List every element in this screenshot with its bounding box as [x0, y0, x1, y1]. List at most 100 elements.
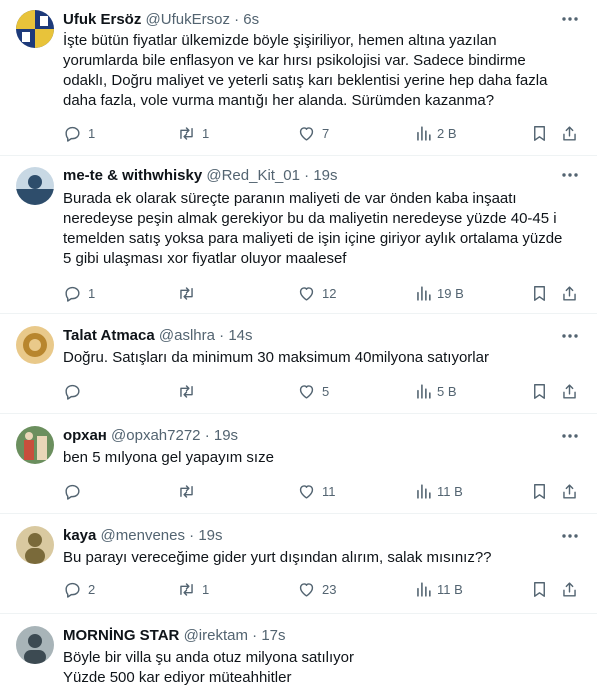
views-button[interactable]: 2 B [414, 122, 457, 144]
avatar[interactable] [16, 167, 54, 205]
tweet-text: İşte bütün fiyatlar ülkemizde böyle şişi… [63, 32, 548, 109]
timestamp[interactable]: 19s [214, 427, 238, 444]
more-options-icon[interactable] [559, 525, 581, 547]
analytics-icon [417, 483, 431, 499]
timestamp[interactable]: 19s [313, 167, 337, 184]
bookmark-button[interactable] [530, 480, 555, 502]
tweet[interactable]: Talat Atmaca @aslhra · 14s Doğru. Satışl… [0, 314, 597, 414]
share-button[interactable] [560, 380, 585, 402]
heart-icon [299, 484, 314, 499]
share-icon [563, 125, 576, 141]
avatar[interactable] [16, 326, 54, 364]
more-options-icon[interactable] [559, 425, 581, 447]
like-button[interactable]: 5 [297, 380, 329, 402]
views-button[interactable]: 19 B [414, 282, 464, 304]
like-count: 7 [322, 125, 330, 141]
timestamp[interactable]: 14s [228, 327, 252, 344]
retweet-icon [180, 384, 193, 398]
avatar[interactable] [16, 10, 54, 48]
timestamp[interactable]: 17s [261, 627, 285, 644]
view-count: 19 B [437, 285, 464, 301]
reply-count: 1 [88, 285, 96, 301]
like-button[interactable]: 23 [297, 578, 336, 600]
tweet[interactable]: орхан @opxah7272 · 19s ben 5 mılyona gel… [0, 414, 597, 514]
retweet-button[interactable] [177, 480, 202, 502]
reply-button[interactable]: 1 [63, 122, 95, 144]
tweet[interactable]: kaya @menvenes · 19s Bu parayı vereceğim… [0, 514, 597, 614]
user-handle[interactable]: @opxah7272 [111, 427, 200, 444]
bookmark-button[interactable] [530, 122, 555, 144]
user-handle[interactable]: @menvenes [101, 527, 185, 544]
avatar[interactable] [16, 426, 54, 464]
tweet-text: Böyle bir villa şu anda otuz milyona sat… [63, 649, 354, 686]
display-name[interactable]: орхан [63, 427, 107, 444]
display-name[interactable]: Talat Atmaca [63, 327, 155, 344]
more-options-icon[interactable] [559, 325, 581, 347]
tweet[interactable]: me-te & withwhisky @Red_Kit_01 · 19s Bur… [0, 156, 597, 314]
separator-dot: · [189, 527, 195, 544]
avatar[interactable] [16, 526, 54, 564]
user-handle[interactable]: @Red_Kit_01 [206, 167, 300, 184]
retweet-button[interactable] [177, 282, 202, 304]
bookmark-button[interactable] [530, 578, 555, 600]
share-button[interactable] [560, 480, 585, 502]
avatar[interactable] [16, 626, 54, 664]
reply-button[interactable] [63, 480, 88, 502]
user-handle[interactable]: @aslhra [159, 327, 215, 344]
timestamp[interactable]: 19s [198, 527, 222, 544]
view-count: 11 B [437, 581, 463, 597]
retweet-button[interactable] [177, 380, 202, 402]
display-name[interactable]: Ufuk Ersöz [63, 11, 141, 28]
tweet[interactable]: Ufuk Ersöz @UfukErsoz · 6s İşte bütün fi… [0, 0, 597, 156]
separator-dot: · [204, 427, 210, 444]
analytics-icon [417, 125, 431, 141]
bookmark-button[interactable] [530, 380, 555, 402]
share-button[interactable] [560, 122, 585, 144]
bookmark-icon [534, 285, 545, 301]
display-name[interactable]: kaya [63, 527, 96, 544]
retweet-icon [180, 484, 193, 498]
tweet[interactable]: MORNİNG STAR @irektam · 17s Böyle bir vi… [0, 614, 597, 693]
views-button[interactable]: 11 B [414, 480, 463, 502]
like-count: 12 [322, 285, 337, 301]
bookmark-button[interactable] [530, 282, 555, 304]
analytics-icon [417, 581, 431, 597]
like-count: 23 [322, 581, 337, 597]
bookmark-icon [534, 125, 545, 141]
share-icon [563, 285, 576, 301]
reply-button[interactable]: 2 [63, 578, 95, 600]
retweet-button[interactable]: 1 [177, 578, 209, 600]
view-count: 2 B [437, 125, 457, 141]
display-name[interactable]: MORNİNG STAR [63, 627, 179, 644]
user-handle[interactable]: @irektam [184, 627, 248, 644]
reply-icon [65, 286, 80, 302]
display-name[interactable]: me-te & withwhisky [63, 167, 202, 184]
retweet-count: 1 [202, 581, 210, 597]
reply-count: 1 [88, 125, 96, 141]
like-button[interactable]: 7 [297, 122, 329, 144]
more-options-icon[interactable] [559, 164, 581, 186]
action-bar: 2 1 23 11 B [59, 578, 589, 600]
action-bar: 1 12 19 B [59, 282, 589, 304]
tweet-text: Bu parayı vereceğime gider yurt dışından… [63, 549, 492, 566]
views-button[interactable]: 11 B [414, 578, 463, 600]
bookmark-icon [534, 483, 545, 499]
like-count: 11 [322, 483, 336, 499]
analytics-icon [417, 383, 431, 399]
like-button[interactable]: 12 [297, 282, 336, 304]
retweet-button[interactable]: 1 [177, 122, 209, 144]
share-button[interactable] [560, 578, 585, 600]
reply-count: 2 [88, 581, 96, 597]
views-button[interactable]: 5 B [414, 380, 457, 402]
share-button[interactable] [560, 282, 585, 304]
action-bar: 1 1 7 2 B [59, 122, 589, 144]
timestamp[interactable]: 6s [243, 11, 259, 28]
like-button[interactable]: 11 [297, 480, 336, 502]
separator-dot: · [252, 627, 258, 644]
tweet-text: Burada ek olarak süreçte paranın maliyet… [63, 190, 563, 267]
user-handle[interactable]: @UfukErsoz [146, 11, 230, 28]
action-bar: 11 11 B [59, 480, 589, 502]
reply-button[interactable] [63, 380, 88, 402]
reply-button[interactable]: 1 [63, 282, 95, 304]
more-options-icon[interactable] [559, 8, 581, 30]
